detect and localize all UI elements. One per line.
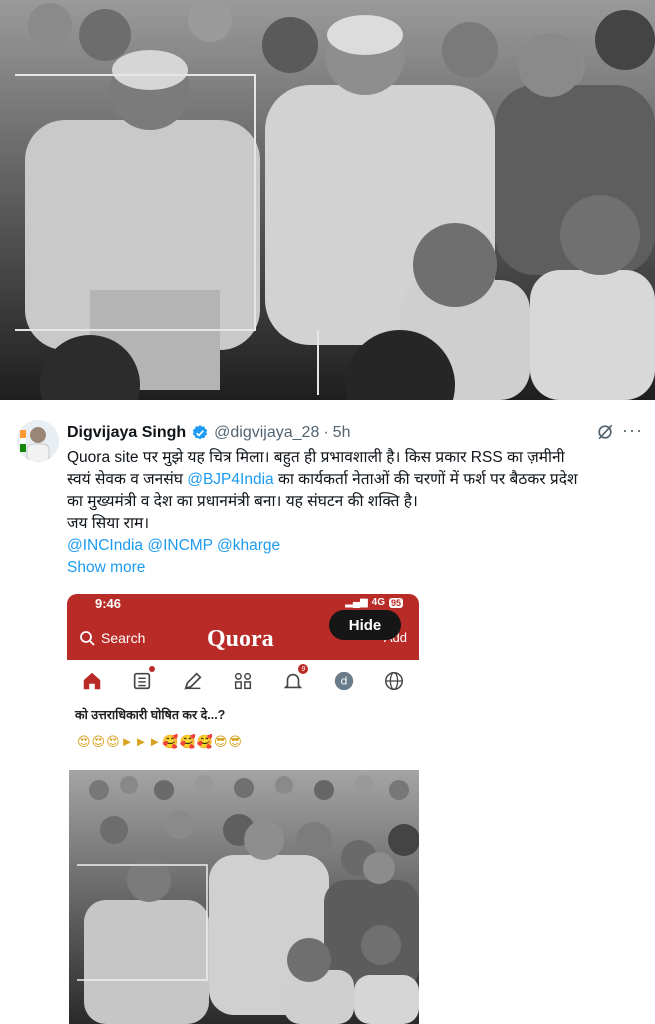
grok-icon[interactable] — [595, 422, 615, 442]
quora-screenshot-image[interactable]: 9:46 ▂▄▆ 4G 95 Search Quora Add Hide 9 d… — [67, 594, 419, 1024]
hide-button[interactable]: Hide — [329, 610, 401, 640]
tweet-line: का मुख्यमंत्री व देश का प्रधानमंत्री बना… — [67, 493, 418, 510]
author-name[interactable]: Digvijaya Singh — [67, 424, 186, 442]
notification-count: 9 — [298, 664, 309, 674]
tweet-line-part: स्वयं सेवक व जनसंघ — [67, 471, 188, 488]
spaces-icon — [230, 668, 256, 694]
tweet-card[interactable]: Digvijaya Singh @digvijaya_28 · 5h ··· Q… — [0, 400, 655, 1024]
quora-nav: 9 d — [67, 660, 419, 702]
tweet-header: Digvijaya Singh @digvijaya_28 · 5h — [67, 422, 643, 444]
quora-header: 9:46 ▂▄▆ 4G 95 Search Quora Add Hide — [67, 594, 419, 660]
tweet-line: स्वयं सेवक व जनसंघ @BJP4India का कार्यकर… — [67, 469, 647, 491]
show-more-link[interactable]: Show more — [67, 559, 145, 577]
author-avatar[interactable] — [17, 420, 59, 462]
search-label: Search — [101, 630, 146, 646]
author-handle[interactable]: @digvijaya_28 — [214, 424, 319, 442]
status-bar: ▂▄▆ 4G 95 — [345, 597, 403, 608]
mention-link[interactable]: @BJP4India — [187, 471, 273, 488]
verified-badge-icon — [191, 424, 209, 442]
edit-icon — [180, 668, 206, 694]
battery-level: 95 — [388, 597, 403, 608]
tweet-line: Quora site पर मुझे यह चित्र मिला। बहुत ह… — [67, 449, 565, 466]
top-photo — [0, 0, 655, 400]
emoji-row: 😍😍😍►►►🥰🥰🥰😎😎 — [77, 734, 243, 749]
network-label: 4G — [371, 597, 385, 608]
globe-icon — [381, 668, 407, 694]
tweet-time[interactable]: 5h — [333, 424, 351, 442]
profile-avatar-icon: d — [331, 668, 357, 694]
quora-post-photo — [69, 770, 419, 1024]
search-icon — [80, 631, 95, 646]
separator: · — [323, 424, 329, 441]
quora-search: Search — [79, 630, 145, 646]
question-text: को उत्तराधिकारी घोषित कर दे...? — [75, 708, 226, 722]
home-icon — [79, 668, 105, 694]
quora-logo: Quora — [207, 626, 274, 652]
signal-icon: ▂▄▆ — [345, 597, 368, 608]
status-time: 9:46 — [95, 596, 122, 611]
mention-links[interactable]: @INCIndia @INCMP @kharge — [67, 535, 647, 557]
tweet-line-part: का कार्यकर्ता नेताओं की चरणों में फर्श प… — [273, 471, 578, 488]
svg-text:d: d — [340, 675, 347, 688]
feed-icon — [129, 666, 156, 694]
more-options-icon[interactable]: ··· — [622, 420, 643, 441]
tweet-line: जय सिया राम। — [67, 515, 150, 532]
tweet-text: Quora site पर मुझे यह चित्र मिला। बहुत ह… — [67, 447, 647, 557]
bell-icon: 9 — [280, 664, 309, 694]
